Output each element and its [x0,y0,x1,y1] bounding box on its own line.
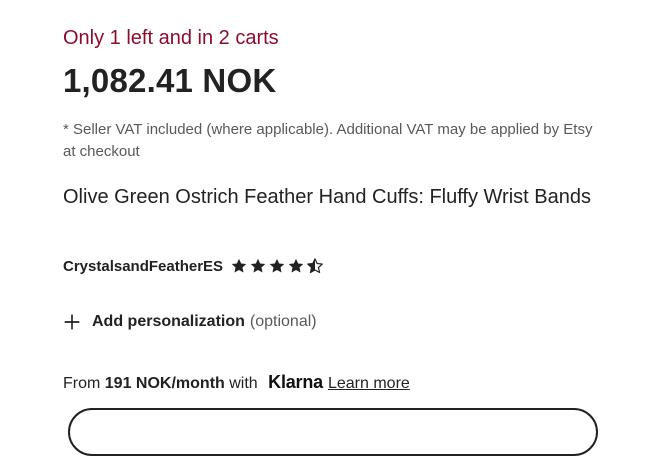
price: 1,082.41 NOK [63,62,277,99]
vat-note: * Seller VAT included (where applicable)… [63,121,593,160]
klarna-amount: 191 NOK/month [104,375,225,392]
shop-name-link[interactable]: CrystalsandFeatherES [63,258,223,275]
stock-message: Only 1 left and in 2 carts [63,27,279,49]
star-icon [250,258,266,273]
klarna-mid: with [224,375,263,392]
listing-title: Olive Green Ostrich Feather Hand Cuffs: … [63,186,591,208]
klarna-logo: Klarna [268,372,323,392]
personalization-label: Add personalization [92,313,245,330]
personalization-optional: (optional) [249,313,317,330]
learn-more-link[interactable]: Learn more [328,375,410,393]
star-icon [288,258,304,273]
star-rating[interactable] [230,257,325,275]
add-to-cart-button[interactable] [68,408,598,456]
star-icon [269,258,285,273]
star-icon [231,258,247,273]
plus-icon [64,314,80,330]
add-personalization-button[interactable]: Add personalization (optional) [63,313,317,331]
shop-row: CrystalsandFeatherES [63,257,325,275]
half-star-icon [307,258,323,274]
klarna-financing: From 191 NOK/month with Klarna Learn more [63,372,410,393]
klarna-prefix: From [63,375,105,392]
